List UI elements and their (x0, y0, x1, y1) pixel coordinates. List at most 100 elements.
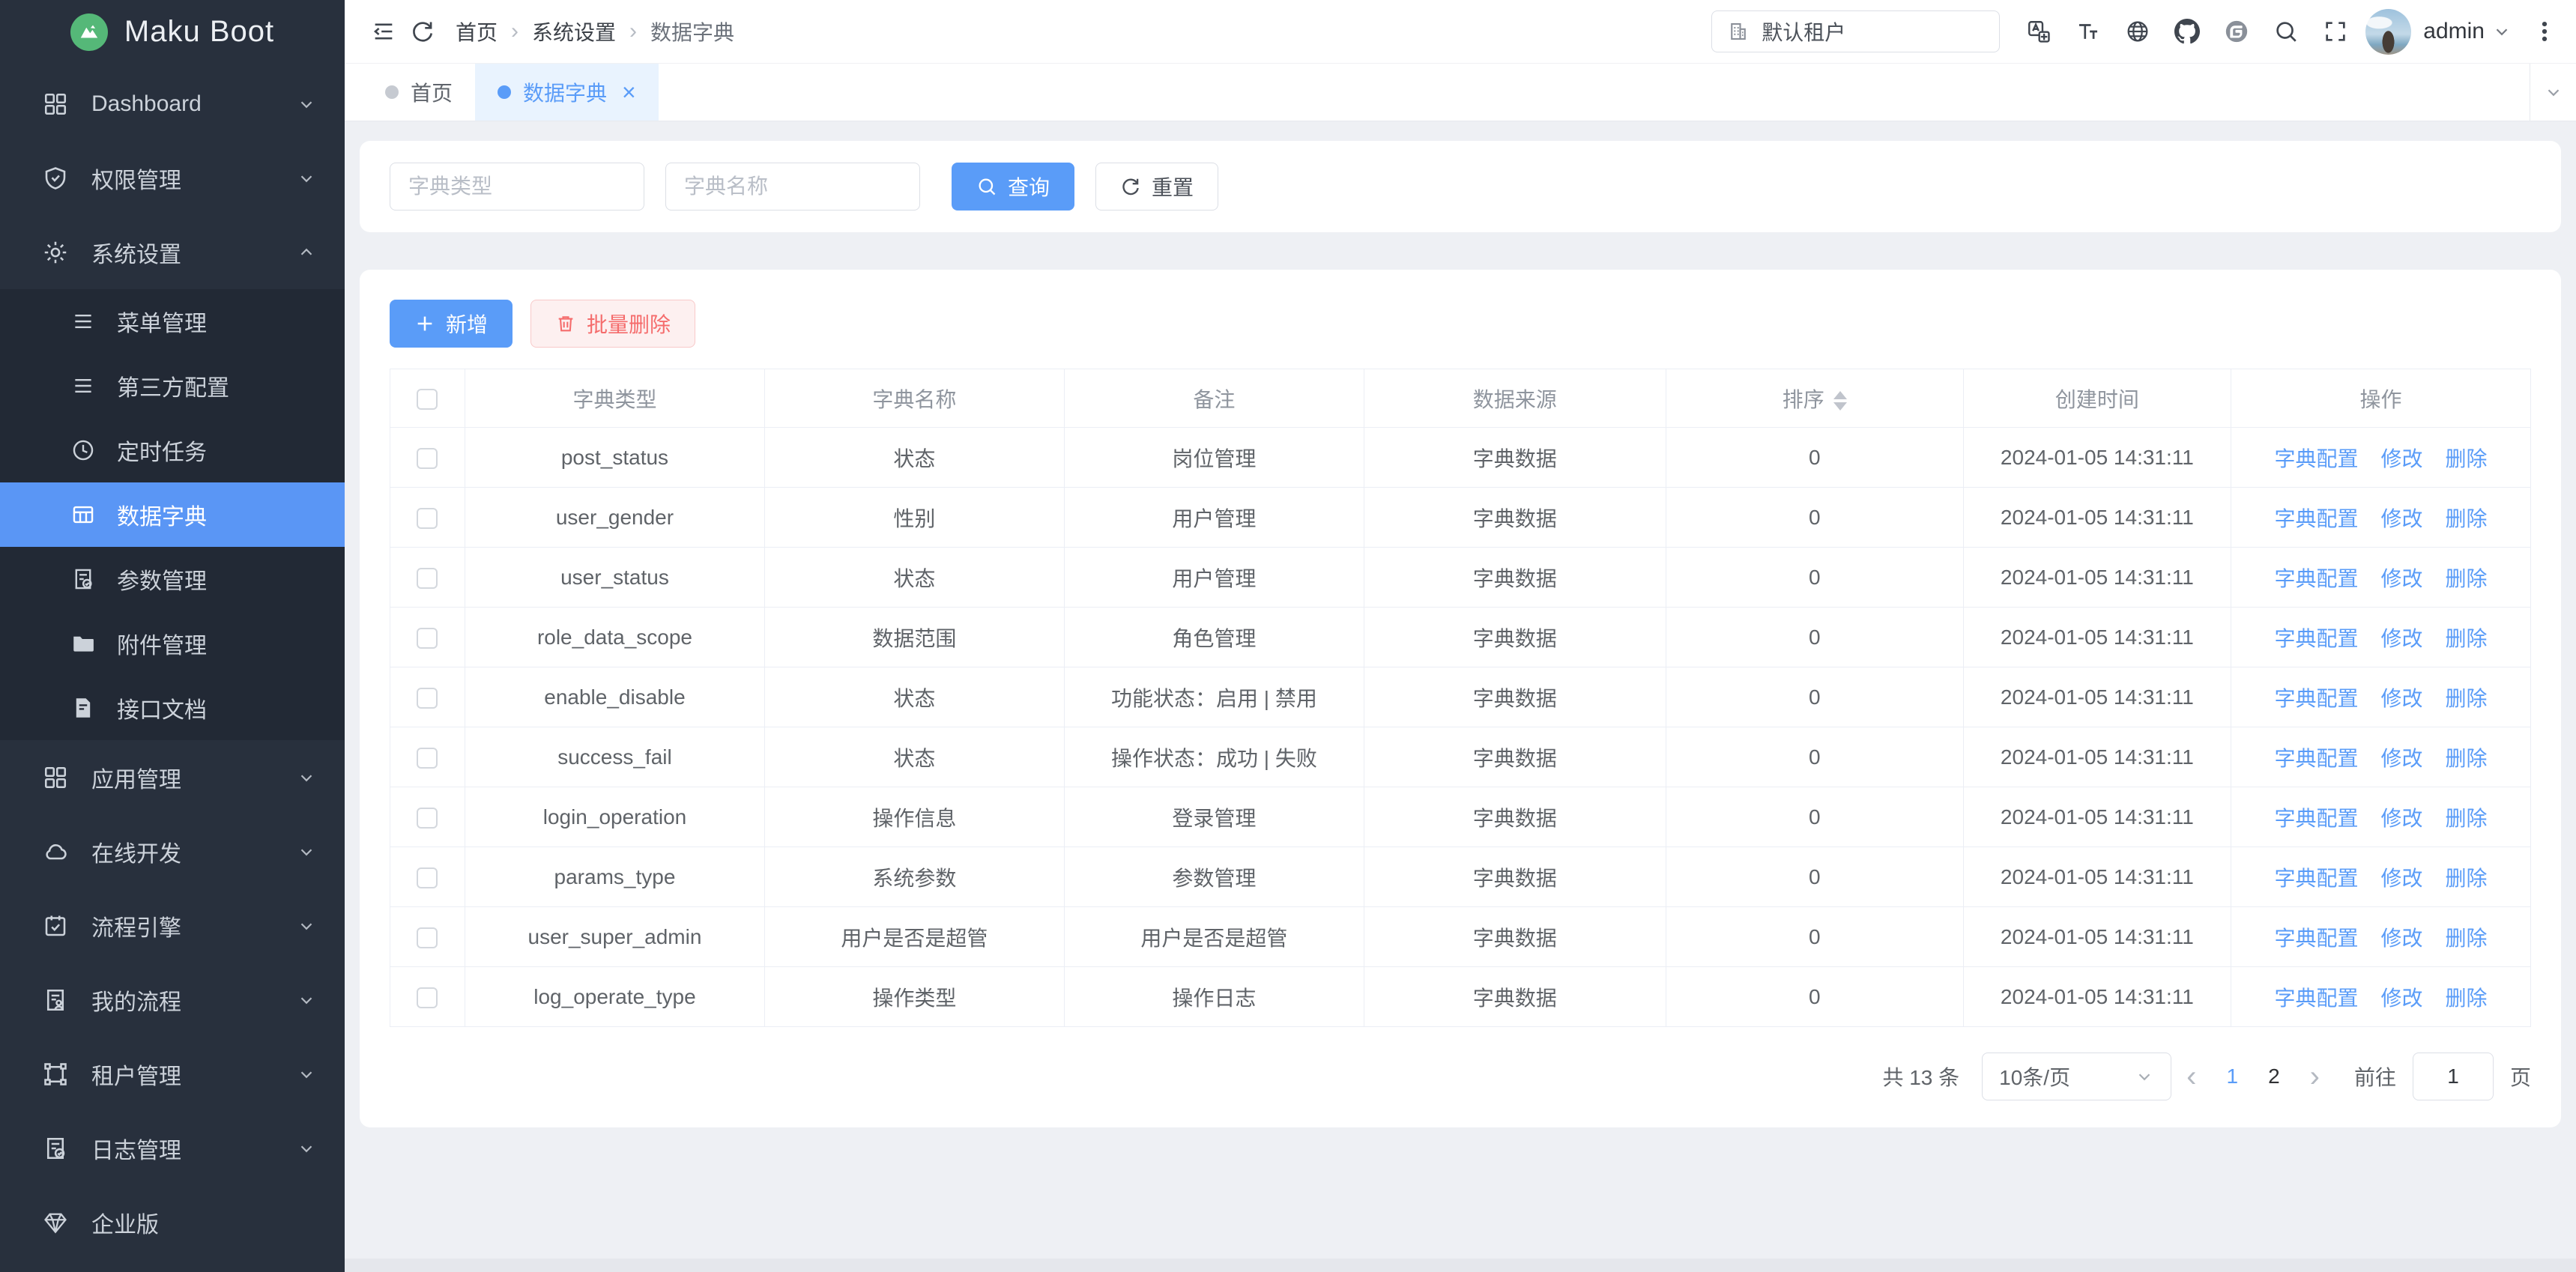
edit-link[interactable]: 修改 (2380, 507, 2422, 530)
delete-link[interactable]: 删除 (2445, 507, 2487, 530)
gitee-icon[interactable] (2217, 12, 2256, 51)
menu-lines-icon (70, 309, 96, 334)
edit-link[interactable]: 修改 (2380, 567, 2422, 590)
page-number-2[interactable]: 2 (2253, 1064, 2295, 1088)
delete-link[interactable]: 删除 (2445, 867, 2487, 890)
delete-link[interactable]: 删除 (2445, 447, 2487, 470)
batch-delete-button[interactable]: 批量删除 (530, 300, 695, 348)
row-checkbox[interactable] (417, 688, 438, 709)
delete-link[interactable]: 删除 (2445, 807, 2487, 830)
sidebar-item-label: Dashboard (91, 91, 297, 117)
delete-link[interactable]: 删除 (2445, 687, 2487, 710)
dict-config-link[interactable]: 字典配置 (2274, 987, 2358, 1010)
add-button[interactable]: 新增 (390, 300, 513, 348)
edit-link[interactable]: 修改 (2380, 687, 2422, 710)
row-checkbox[interactable] (417, 748, 438, 769)
edit-link[interactable]: 修改 (2380, 927, 2422, 950)
sidebar-item-online-dev[interactable]: 在线开发 (0, 814, 345, 888)
font-size-icon[interactable] (2069, 12, 2108, 51)
col-dict-type: 字典类型 (465, 369, 764, 428)
edit-link[interactable]: 修改 (2380, 987, 2422, 1010)
delete-link[interactable]: 删除 (2445, 567, 2487, 590)
refresh-icon[interactable] (403, 12, 442, 51)
delete-link[interactable]: 删除 (2445, 987, 2487, 1010)
sidebar-item-dashboard[interactable]: Dashboard (0, 67, 345, 141)
sidebar-item-permissions[interactable]: 权限管理 (0, 141, 345, 215)
select-all-checkbox[interactable] (417, 389, 438, 410)
search-button[interactable]: 查询 (952, 163, 1074, 211)
sort-carets-icon[interactable] (1833, 391, 1847, 411)
table-row: post_status状态岗位管理字典数据02024-01-05 14:31:1… (390, 428, 2531, 488)
sidebar-item-data-dictionary[interactable]: 数据字典 (0, 482, 345, 547)
sidebar-item-app-management[interactable]: 应用管理 (0, 740, 345, 814)
dict-name-input[interactable] (665, 163, 920, 211)
tab-close-icon[interactable]: × (622, 80, 636, 104)
sidebar-item-enterprise[interactable]: 企业版 (0, 1185, 345, 1259)
github-icon[interactable] (2168, 12, 2207, 51)
row-checkbox[interactable] (417, 568, 438, 589)
reset-button[interactable]: 重置 (1095, 163, 1218, 211)
sidebar-item-log-management[interactable]: 日志管理 (0, 1111, 345, 1185)
delete-link[interactable]: 删除 (2445, 747, 2487, 770)
user-menu[interactable]: admin (2423, 19, 2512, 44)
tab-data-dictionary[interactable]: 数据字典 × (475, 64, 659, 121)
sidebar-item-attachment-management[interactable]: 附件管理 (0, 611, 345, 676)
sidebar-item-workflow-engine[interactable]: 流程引擎 (0, 888, 345, 963)
prev-page-icon[interactable]: ‹ (2171, 1061, 2211, 1091)
globe-icon[interactable] (2118, 12, 2157, 51)
sidebar-item-params-management[interactable]: 参数管理 (0, 547, 345, 611)
dict-type-input[interactable] (390, 163, 644, 211)
table-row: login_operation操作信息登录管理字典数据02024-01-05 1… (390, 787, 2531, 847)
fullscreen-icon[interactable] (2316, 12, 2355, 51)
row-checkbox[interactable] (417, 927, 438, 948)
row-checkbox[interactable] (417, 987, 438, 1008)
sidebar-item-scheduled-tasks[interactable]: 定时任务 (0, 418, 345, 482)
edit-link[interactable]: 修改 (2380, 867, 2422, 890)
sidebar-item-menu-management[interactable]: 菜单管理 (0, 289, 345, 354)
sidebar-item-my-workflow[interactable]: 我的流程 (0, 963, 345, 1037)
col-sort[interactable]: 排序 (1666, 369, 1963, 428)
dict-config-link[interactable]: 字典配置 (2274, 927, 2358, 950)
dict-config-link[interactable]: 字典配置 (2274, 447, 2358, 470)
delete-link[interactable]: 删除 (2445, 627, 2487, 650)
dict-config-link[interactable]: 字典配置 (2274, 747, 2358, 770)
page-size-select[interactable]: 10条/页 (1982, 1053, 2171, 1100)
translate-icon[interactable] (2019, 12, 2058, 51)
dict-config-link[interactable]: 字典配置 (2274, 567, 2358, 590)
dictionary-table: 字典类型 字典名称 备注 数据来源 排序 创建时间 操作 post_status… (390, 369, 2531, 1027)
page-number-1[interactable]: 1 (2211, 1064, 2253, 1088)
more-menu-icon[interactable] (2525, 12, 2564, 51)
tenant-select[interactable]: 默认租户 (1711, 10, 2000, 52)
edit-link[interactable]: 修改 (2380, 807, 2422, 830)
edit-link[interactable]: 修改 (2380, 447, 2422, 470)
edit-link[interactable]: 修改 (2380, 747, 2422, 770)
breadcrumb-system-settings[interactable]: 系统设置 (532, 16, 616, 46)
breadcrumb-home[interactable]: 首页 (456, 16, 498, 46)
dict-config-link[interactable]: 字典配置 (2274, 867, 2358, 890)
row-checkbox[interactable] (417, 508, 438, 529)
dict-config-link[interactable]: 字典配置 (2274, 507, 2358, 530)
tab-list-dropdown[interactable] (2530, 64, 2576, 121)
dict-config-link[interactable]: 字典配置 (2274, 807, 2358, 830)
dict-config-link[interactable]: 字典配置 (2274, 687, 2358, 710)
row-checkbox[interactable] (417, 628, 438, 649)
row-checkbox[interactable] (417, 867, 438, 888)
breadcrumb: 首页 › 系统设置 › 数据字典 (456, 16, 734, 46)
app-logo[interactable]: Maku Boot (0, 0, 345, 64)
avatar[interactable] (2365, 9, 2411, 55)
row-checkbox[interactable] (417, 448, 438, 469)
delete-link[interactable]: 删除 (2445, 927, 2487, 950)
goto-page-input[interactable] (2413, 1053, 2494, 1100)
sidebar-item-system-settings[interactable]: 系统设置 (0, 215, 345, 289)
tab-home[interactable]: 首页 (363, 64, 475, 121)
edit-link[interactable]: 修改 (2380, 627, 2422, 650)
sidebar-item-api-docs[interactable]: 接口文档 (0, 676, 345, 740)
row-checkbox[interactable] (417, 808, 438, 829)
search-icon[interactable] (2267, 12, 2306, 51)
horizontal-scrollbar[interactable] (345, 1259, 2576, 1272)
next-page-icon[interactable]: › (2295, 1061, 2335, 1091)
dict-config-link[interactable]: 字典配置 (2274, 627, 2358, 650)
sidebar-item-thirdparty-config[interactable]: 第三方配置 (0, 354, 345, 418)
sidebar-item-tenant-management[interactable]: 租户管理 (0, 1037, 345, 1111)
sidebar-collapse-icon[interactable] (364, 12, 403, 51)
